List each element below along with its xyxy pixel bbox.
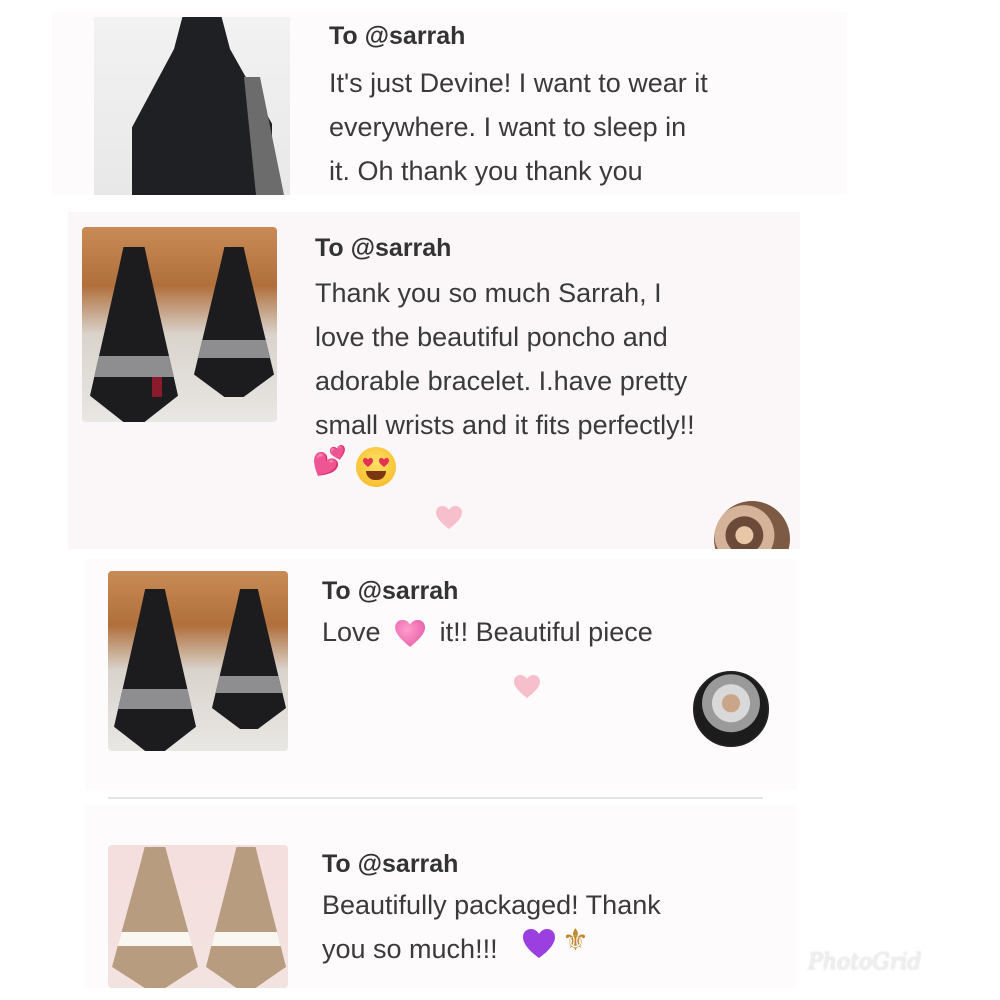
like-heart-icon[interactable] [436,506,462,530]
review-line: Thank you so much Sarrah, I [315,278,662,308]
model-figure [90,247,178,422]
review-line: Beautifully packaged! Thank [322,890,661,920]
recipient-handle: To @sarrah [315,234,452,262]
review-line: it. Oh thank you thank you [329,156,643,186]
review-card-1: To @sarrah It's just Devine! I want to w… [52,12,847,195]
model-figure [194,247,274,397]
review-line: adorable bracelet. I.have pretty [315,366,688,396]
review-text-start: Love [322,617,381,647]
review-text: Thank you so much Sarrah, I love the bea… [315,271,695,447]
fleur-de-lis-icon: ⚜ [562,924,589,957]
two-hearts-icon: 💕 [312,444,347,477]
recipient-handle: To @sarrah [322,850,459,878]
review-line: It's just Devine! I want to wear it [329,68,708,98]
avatar[interactable] [693,671,769,747]
heart-eye-icon [363,458,373,467]
growing-heart-icon [395,620,425,648]
divider [108,797,763,799]
review-line: everywhere. I want to sleep in [329,112,687,142]
heart-eye-icon [379,458,389,467]
emoji-slot [388,620,432,648]
review-line: you so much!!! [322,934,498,964]
model-figure [212,589,286,729]
review-text: Love it!! Beautiful piece [322,610,782,654]
review-text: Beautifully packaged! Thank you so much!… [322,883,661,971]
poncho-photo[interactable] [108,845,288,988]
watermark: PhotoGrid [808,950,922,975]
model-figure [114,589,196,751]
poncho-stripe [152,377,162,397]
review-card-4: To @sarrah Beautifully packaged! Thank y… [85,805,797,988]
review-text-end: it!! Beautiful piece [439,617,653,647]
review-card-2: To @sarrah Thank you so much Sarrah, I l… [68,212,800,549]
recipient-handle: To @sarrah [322,577,459,605]
review-line: small wrists and it fits perfectly!! [315,410,695,440]
poncho-photo[interactable] [108,571,288,751]
poncho-photo[interactable] [94,17,290,195]
model-figure [206,847,286,988]
recipient-handle: To @sarrah [329,22,466,50]
review-card-3: To @sarrah Love it!! Beautiful piece [85,559,797,790]
review-line: love the beautiful poncho and [315,322,668,352]
like-heart-icon[interactable] [514,675,540,699]
model-figure [112,847,198,988]
avatar[interactable] [714,501,790,549]
review-text: It's just Devine! I want to wear it ever… [329,61,708,193]
smile-mouth [366,471,386,480]
poncho-photo[interactable] [82,227,277,422]
heart-eyes-smiley-icon [356,447,396,487]
